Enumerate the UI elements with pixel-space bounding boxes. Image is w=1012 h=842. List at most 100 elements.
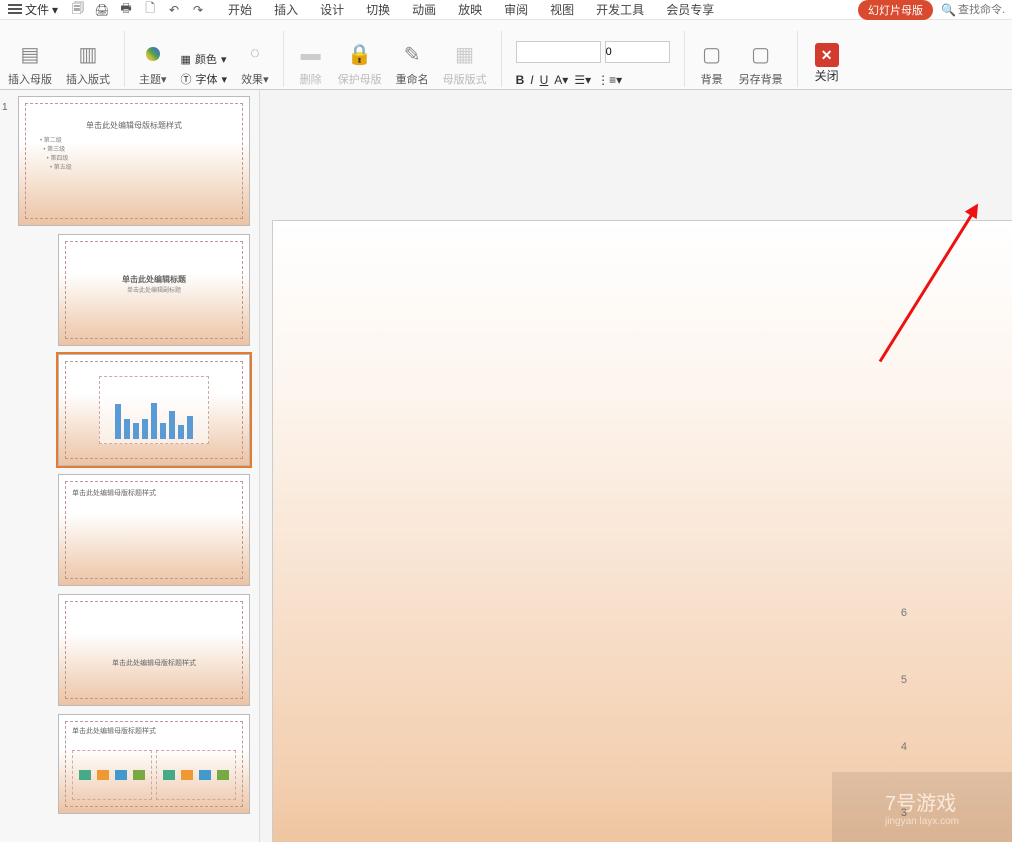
layout-thumbnail-2[interactable] bbox=[58, 354, 250, 466]
layout-thumbnail-5[interactable]: 单击此处编辑母版标题样式 bbox=[58, 714, 250, 814]
color-button[interactable]: ▦颜色▾ bbox=[181, 51, 228, 67]
slide-number: 1 bbox=[2, 102, 8, 113]
slide-master-pill[interactable]: 幻灯片母版 bbox=[858, 0, 933, 20]
layout1-title: 单击此处编辑标题 bbox=[66, 274, 242, 285]
font-size-select[interactable] bbox=[605, 41, 670, 63]
bullets-button[interactable]: ☰▾ bbox=[574, 73, 591, 87]
menu-bar: 文件 ▾ 🗐 🖨 🖶 🗋 ↶ ↷ 开始 插入 设计 切换 动画 放映 审阅 视图… bbox=[0, 0, 1012, 20]
ytick-4: 4 bbox=[901, 741, 907, 753]
workspace: 1 单击此处编辑母版标题样式 • 第二级 • 第三级 • 第四级 • 第五级 单… bbox=[0, 90, 1012, 842]
ytick-3: 3 bbox=[901, 807, 907, 819]
chart-plot: 6 5 4 3 2 1 0 4.3 2.4 2 bbox=[891, 613, 1012, 842]
save-background-button[interactable]: ▢ 另存背景 bbox=[735, 41, 787, 87]
insert-layout-icon: ▥ bbox=[75, 41, 101, 67]
command-search-input[interactable] bbox=[958, 4, 1008, 16]
layout1-sub: 单击此处编辑副标题 bbox=[66, 285, 242, 294]
file-label: 文件 bbox=[25, 1, 49, 18]
lock-icon: 🔒 bbox=[347, 41, 373, 67]
tab-member[interactable]: 会员专享 bbox=[664, 1, 716, 18]
underline-button[interactable]: U bbox=[540, 73, 549, 87]
layout3-title: 单击此处编辑母版标题样式 bbox=[72, 488, 242, 498]
tab-home[interactable]: 开始 bbox=[226, 1, 254, 18]
protect-label: 保护母版 bbox=[338, 71, 382, 87]
bars-area: 4.3 2.4 2 2.5 4.4 2 3.5 bbox=[921, 613, 1012, 842]
protect-master-button[interactable]: 🔒 保护母版 bbox=[334, 41, 386, 87]
numbering-button[interactable]: ⋮≡▾ bbox=[597, 73, 622, 87]
palette-icon bbox=[140, 41, 166, 67]
save-bg-icon: ▢ bbox=[748, 41, 774, 67]
tab-insert[interactable]: 插入 bbox=[272, 1, 300, 18]
divider bbox=[797, 31, 798, 87]
layout4-title: 单击此处编辑母版标题样式 bbox=[66, 658, 242, 668]
font-button[interactable]: Ⓣ字体▾ bbox=[181, 71, 228, 87]
font-name-select[interactable] bbox=[516, 41, 601, 63]
thumbnail-panel[interactable]: 1 单击此处编辑母版标题样式 • 第二级 • 第三级 • 第四级 • 第五级 单… bbox=[0, 90, 260, 842]
bold-button[interactable]: B bbox=[516, 73, 525, 87]
tab-animation[interactable]: 动画 bbox=[410, 1, 438, 18]
effect-button[interactable]: ◌ 效果▾ bbox=[237, 41, 273, 87]
layout-format-label: 母版版式 bbox=[443, 71, 487, 87]
master-thumb-title: 单击此处编辑母版标题样式 bbox=[26, 120, 242, 131]
delete-label: 删除 bbox=[300, 71, 322, 87]
divider bbox=[684, 31, 685, 87]
chart[interactable]: 图表标题 6 5 4 3 2 1 0 4.3 bbox=[869, 553, 1012, 842]
layout-icon: ▦ bbox=[452, 41, 478, 67]
layout-thumbnail-4[interactable]: 单击此处编辑母版标题样式 bbox=[58, 594, 250, 706]
divider bbox=[124, 31, 125, 87]
rename-button[interactable]: ✎ 重命名 bbox=[392, 41, 433, 87]
ytick-6: 6 bbox=[901, 607, 907, 619]
tab-view[interactable]: 视图 bbox=[548, 1, 576, 18]
insert-layout-label: 插入版式 bbox=[66, 71, 110, 87]
tab-transition[interactable]: 切换 bbox=[364, 1, 392, 18]
tab-design[interactable]: 设计 bbox=[318, 1, 346, 18]
theme-button[interactable]: 主题▾ bbox=[135, 41, 171, 87]
save-icon[interactable]: 🗐 bbox=[70, 2, 86, 18]
font-format-group: B I U A▾ ☰▾ ⋮≡▾ bbox=[512, 41, 674, 87]
delete-icon: ▬ bbox=[298, 41, 324, 67]
layout-thumbnail-3[interactable]: 单击此处编辑母版标题样式 bbox=[58, 474, 250, 586]
background-icon: ▢ bbox=[699, 41, 725, 67]
redo-icon[interactable]: ↷ bbox=[190, 2, 206, 18]
undo-icon[interactable]: ↶ bbox=[166, 2, 182, 18]
color-icon: ▦ bbox=[181, 53, 191, 66]
font-color-button[interactable]: A▾ bbox=[554, 73, 568, 87]
close-label: 关闭 bbox=[815, 67, 839, 84]
layout-format-button[interactable]: ▦ 母版版式 bbox=[439, 41, 491, 87]
rename-icon: ✎ bbox=[399, 41, 425, 67]
print-icon[interactable]: 🖶 bbox=[118, 2, 134, 18]
close-master-button[interactable]: ✕ 关闭 bbox=[808, 40, 846, 87]
effect-icon: ◌ bbox=[242, 41, 268, 67]
layout-thumbnail-1[interactable]: 单击此处编辑标题 单击此处编辑副标题 bbox=[58, 234, 250, 346]
background-label: 背景 bbox=[701, 71, 723, 87]
search-icon: 🔍 bbox=[941, 3, 956, 17]
layout5-title: 单击此处编辑母版标题样式 bbox=[72, 726, 242, 736]
slide: 图表标题 6 5 4 3 2 1 0 4.3 bbox=[272, 220, 1012, 842]
theme-label: 主题▾ bbox=[139, 71, 167, 87]
insert-master-button[interactable]: ▤ 插入母版 bbox=[4, 41, 56, 87]
tab-strip: 开始 插入 设计 切换 动画 放映 审阅 视图 开发工具 会员专享 bbox=[226, 1, 716, 18]
master-thumbnail[interactable]: 单击此处编辑母版标题样式 • 第二级 • 第三级 • 第四级 • 第五级 bbox=[18, 96, 250, 226]
delete-button[interactable]: ▬ 删除 bbox=[294, 41, 328, 87]
insert-master-label: 插入母版 bbox=[8, 71, 52, 87]
tab-slideshow[interactable]: 放映 bbox=[456, 1, 484, 18]
tab-devtools[interactable]: 开发工具 bbox=[594, 1, 646, 18]
insert-layout-button[interactable]: ▥ 插入版式 bbox=[62, 41, 114, 87]
export-icon[interactable]: 🗋 bbox=[142, 2, 158, 18]
effect-label: 效果▾ bbox=[241, 71, 269, 87]
chart-title: 图表标题 bbox=[869, 559, 1012, 585]
italic-button[interactable]: I bbox=[530, 73, 533, 87]
tab-review[interactable]: 审阅 bbox=[502, 1, 530, 18]
divider bbox=[501, 31, 502, 87]
background-button[interactable]: ▢ 背景 bbox=[695, 41, 729, 87]
save-bg-label: 另存背景 bbox=[739, 71, 783, 87]
ytick-5: 5 bbox=[901, 674, 907, 686]
theme-sub: ▦颜色▾ Ⓣ字体▾ bbox=[177, 51, 232, 87]
mini-chart-icon bbox=[99, 376, 209, 444]
font-icon: Ⓣ bbox=[181, 71, 192, 87]
y-axis: 6 5 4 3 2 1 0 bbox=[891, 613, 909, 842]
file-menu[interactable]: 文件 ▾ bbox=[4, 1, 62, 18]
slide-canvas[interactable]: 图表标题 6 5 4 3 2 1 0 4.3 bbox=[260, 90, 1012, 842]
print-preview-icon[interactable]: 🖨 bbox=[94, 2, 110, 18]
divider bbox=[283, 31, 284, 87]
command-search[interactable]: 🔍 bbox=[941, 3, 1008, 17]
